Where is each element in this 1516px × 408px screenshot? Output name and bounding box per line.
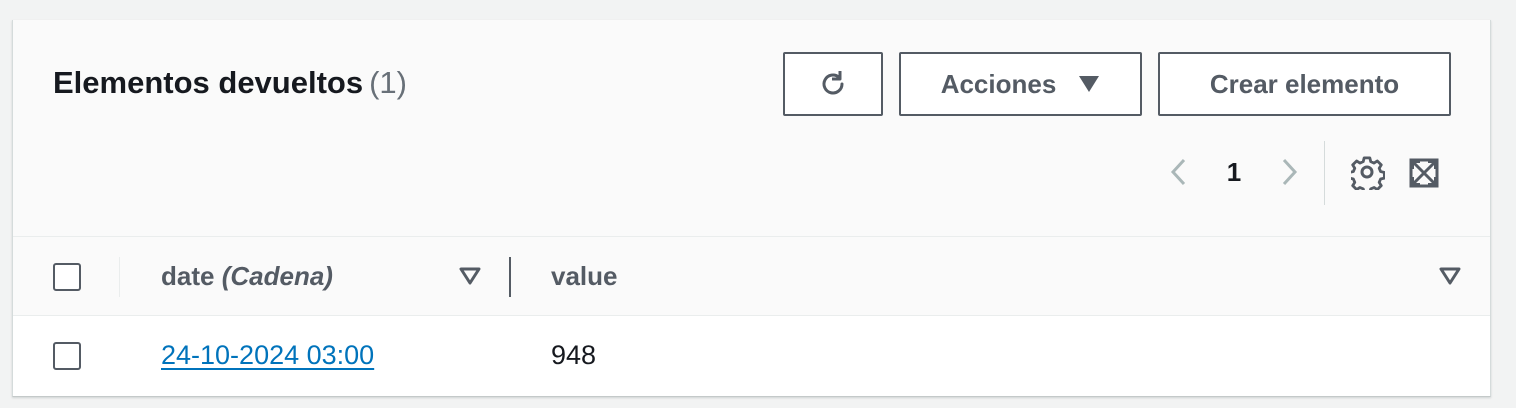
panel-title: Elementos devueltos (1)	[53, 65, 407, 101]
gear-icon	[1351, 156, 1385, 190]
column-date-type: (Cadena)	[221, 261, 333, 291]
pagination: 1	[1161, 150, 1307, 194]
caret-down-icon	[1078, 75, 1100, 93]
column-header-value[interactable]: value	[551, 261, 618, 292]
fullscreen-button[interactable]	[1406, 155, 1442, 191]
table-row: 24-10-2024 03:00 948	[13, 316, 1490, 396]
preferences-button[interactable]	[1350, 155, 1386, 191]
current-page[interactable]: 1	[1197, 157, 1271, 188]
toolbar-divider	[1324, 141, 1325, 205]
sort-value-icon[interactable]	[1439, 267, 1461, 290]
expand-icon	[1409, 158, 1439, 188]
items-panel: Elementos devueltos (1) Acciones Crear el…	[12, 20, 1491, 397]
create-item-label: Crear elemento	[1209, 68, 1400, 99]
column-date-name: date	[161, 261, 215, 291]
panel-title-text: Elementos devueltos	[53, 65, 364, 100]
refresh-icon	[822, 71, 844, 95]
actions-label: Acciones	[940, 68, 1057, 99]
pagination-next-button[interactable]	[1271, 150, 1307, 194]
pagination-prev-button[interactable]	[1161, 150, 1197, 194]
table-header: date (Cadena) value	[13, 236, 1490, 316]
items-table: date (Cadena) value 24-10-2024 03:00 948	[13, 236, 1490, 396]
column-divider	[119, 257, 120, 297]
chevron-left-icon	[1170, 158, 1186, 186]
column-header-date[interactable]: date (Cadena)	[161, 261, 333, 292]
chevron-right-icon	[1282, 158, 1298, 186]
column-resize-handle[interactable]	[509, 257, 511, 297]
refresh-button[interactable]	[783, 52, 883, 116]
cell-value: 948	[551, 340, 597, 370]
select-all-checkbox[interactable]	[53, 263, 81, 291]
sort-date-icon[interactable]	[459, 267, 481, 290]
actions-dropdown-button[interactable]: Acciones	[899, 52, 1142, 116]
cell-date-link[interactable]: 24-10-2024 03:00	[161, 340, 374, 371]
create-item-button[interactable]: Crear elemento	[1158, 52, 1451, 116]
row-checkbox[interactable]	[53, 342, 81, 370]
items-count: (1)	[369, 65, 407, 100]
